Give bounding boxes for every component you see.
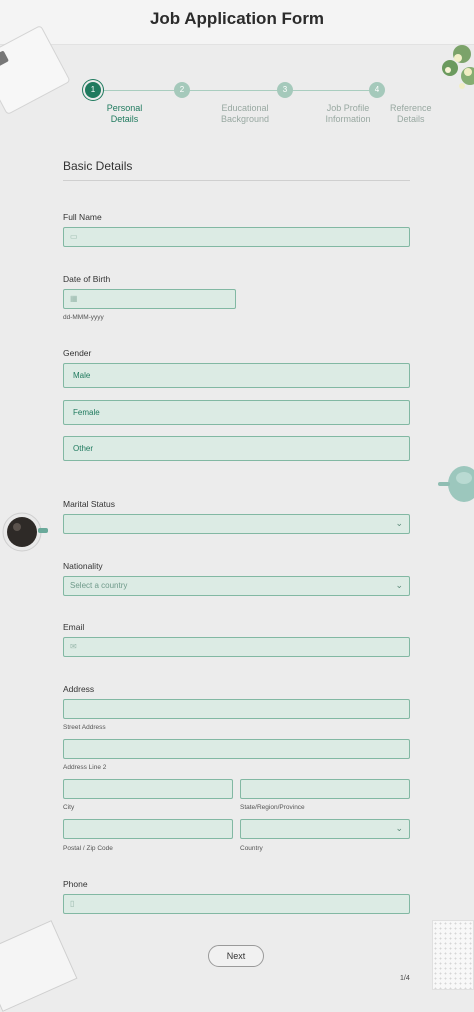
teapot-decoration <box>438 466 474 502</box>
nationality-select[interactable]: Select a country ⌄ <box>63 576 410 596</box>
chevron-down-icon: ⌄ <box>395 580 403 590</box>
dob-format-hint: dd-MMM-yyyy <box>63 314 104 321</box>
step-number: 4 <box>369 82 385 98</box>
phone-input[interactable]: ▯ <box>63 894 410 914</box>
step-label: Personal Details <box>106 103 143 124</box>
step-number: 2 <box>174 82 190 98</box>
email-label: Email <box>63 622 85 632</box>
country-sublabel: Country <box>240 845 263 852</box>
address-line2-sublabel: Address Line 2 <box>63 764 107 771</box>
city-input[interactable] <box>63 779 233 799</box>
envelope-icon: ✉ <box>70 642 77 651</box>
progress-steps: 1 Personal Details 2 Educational Backgro… <box>0 82 474 132</box>
chevron-down-icon: ⌄ <box>395 518 403 528</box>
address-label: Address <box>63 684 95 694</box>
form-title: Job Application Form <box>149 9 325 28</box>
section-title: Basic Details <box>63 159 133 173</box>
id-card-icon: ▭ <box>70 232 78 241</box>
dotted-paper-decoration <box>432 920 474 990</box>
address-line2-input[interactable] <box>63 739 410 759</box>
next-button[interactable]: Next <box>208 945 264 967</box>
phone-icon: ▯ <box>70 899 75 908</box>
notebook-decoration <box>0 920 78 1012</box>
gender-label: Gender <box>63 348 92 358</box>
step-number: 3 <box>277 82 293 98</box>
street-address-sublabel: Street Address <box>63 724 106 731</box>
step-job-profile-information[interactable]: 3 Job Profile Information <box>235 82 371 124</box>
step-label: Educational Background <box>220 103 270 124</box>
step-educational-background[interactable]: 2 Educational Background <box>132 82 269 124</box>
page-indicator: 1/4 <box>400 975 410 982</box>
chevron-down-icon: ⌄ <box>395 823 403 833</box>
step-label: Job Profile Information <box>325 103 371 124</box>
email-input[interactable]: ✉ <box>63 637 410 657</box>
step-number: 1 <box>85 82 101 98</box>
city-sublabel: City <box>63 804 75 811</box>
gender-option-label: Female <box>73 408 100 417</box>
dob-label: Date of Birth <box>63 274 111 284</box>
street-address-input[interactable] <box>63 699 410 719</box>
gender-option-label: Other <box>73 444 94 453</box>
marital-status-select[interactable]: ⌄ <box>63 514 410 534</box>
zip-input[interactable] <box>63 819 233 839</box>
calendar-icon: ▦ <box>70 294 78 303</box>
step-reference-details[interactable]: 4 Reference Details <box>327 82 432 124</box>
nationality-placeholder: Select a country <box>70 581 128 590</box>
step-personal-details[interactable]: 1 Personal Details <box>43 82 143 124</box>
dob-input[interactable]: ▦ <box>63 289 236 309</box>
state-sublabel: State/Region/Province <box>240 804 305 811</box>
gender-option-female[interactable]: Female <box>63 400 410 425</box>
nationality-label: Nationality <box>63 561 103 571</box>
coffee-cup-decoration <box>2 512 48 552</box>
marital-status-label: Marital Status <box>63 499 115 509</box>
gender-option-male[interactable]: Male <box>63 363 410 388</box>
form-header: Job Application Form <box>0 0 474 45</box>
step-label: Reference Details <box>390 103 432 124</box>
gender-option-label: Male <box>73 371 91 380</box>
section-divider <box>63 180 410 181</box>
gender-option-other[interactable]: Other <box>63 436 410 461</box>
full-name-label: Full Name <box>63 212 102 222</box>
zip-sublabel: Postal / Zip Code <box>63 845 113 852</box>
full-name-input[interactable]: ▭ <box>63 227 410 247</box>
country-select[interactable]: ⌄ <box>240 819 410 839</box>
state-input[interactable] <box>240 779 410 799</box>
phone-label: Phone <box>63 879 88 889</box>
